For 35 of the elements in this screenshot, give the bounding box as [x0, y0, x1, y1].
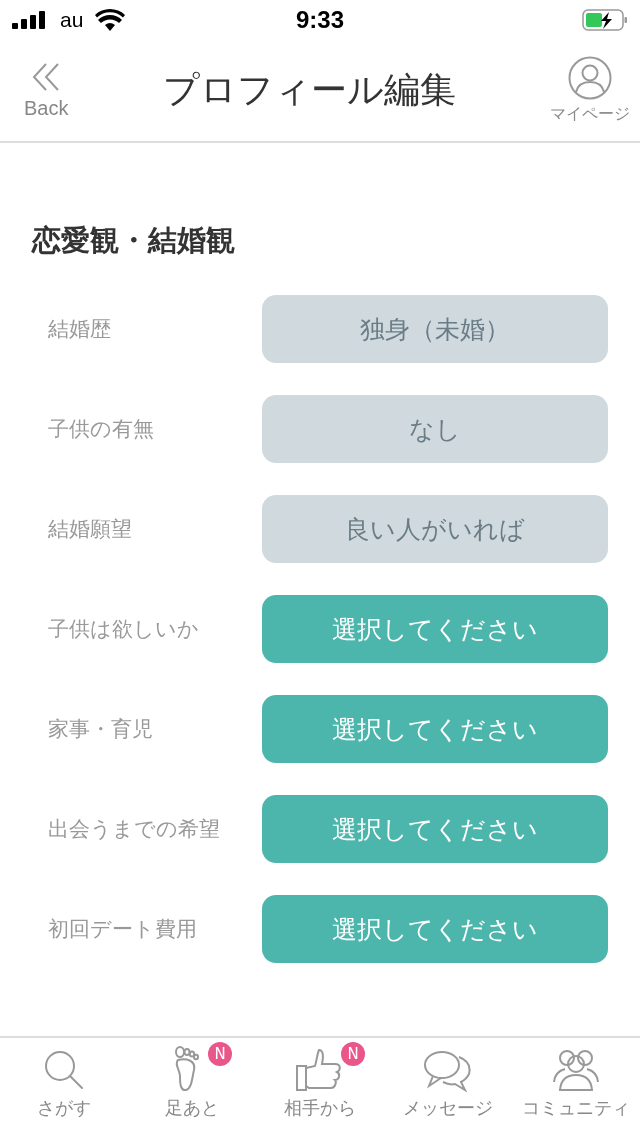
double-chevron-left-icon: [30, 61, 62, 93]
user-icon: [568, 56, 612, 100]
select-button[interactable]: 選択してください: [262, 895, 608, 963]
wifi-icon: [95, 9, 126, 31]
value-button[interactable]: なし: [262, 395, 608, 463]
my-page-button[interactable]: マイページ: [550, 56, 630, 125]
people-icon: [551, 1048, 601, 1092]
search-icon: [42, 1048, 86, 1092]
notification-badge: N: [208, 1042, 232, 1066]
field-label: 結婚願望: [48, 516, 132, 543]
value-button[interactable]: 良い人がいれば: [262, 495, 608, 563]
tab-button[interactable]: N 足あと: [128, 1038, 256, 1136]
field-label: 結婚歴: [48, 316, 111, 343]
tab-button[interactable]: コミュニティ: [512, 1038, 640, 1136]
field-label: 子供の有無: [48, 416, 154, 443]
notification-badge: N: [341, 1042, 365, 1066]
value-button[interactable]: 独身（未婚）: [262, 295, 608, 363]
select-button[interactable]: 選択してください: [262, 695, 608, 763]
tab-button[interactable]: メッセージ: [384, 1038, 512, 1136]
clock-time: 9:33: [295, 6, 344, 34]
section-title: 恋愛観・結婚観: [32, 222, 236, 259]
field-label: 家事・育児: [48, 716, 153, 743]
select-button[interactable]: 選択してください: [262, 795, 608, 863]
field-label: 出会うまでの希望: [48, 816, 220, 843]
tab-button[interactable]: N 相手から: [256, 1038, 384, 1136]
chat-bubbles-icon: [423, 1048, 473, 1092]
page-title: プロフィール編集: [162, 68, 456, 112]
tab-button[interactable]: さがす: [0, 1038, 128, 1136]
select-button[interactable]: 選択してください: [262, 595, 608, 663]
field-label: 子供は欲しいか: [48, 616, 199, 643]
carrier-name: au: [60, 8, 84, 32]
battery-charging-icon: [582, 9, 628, 31]
signal-icon: [12, 11, 48, 29]
back-button[interactable]: Back: [24, 61, 69, 120]
field-label: 初回デート費用: [48, 916, 197, 943]
